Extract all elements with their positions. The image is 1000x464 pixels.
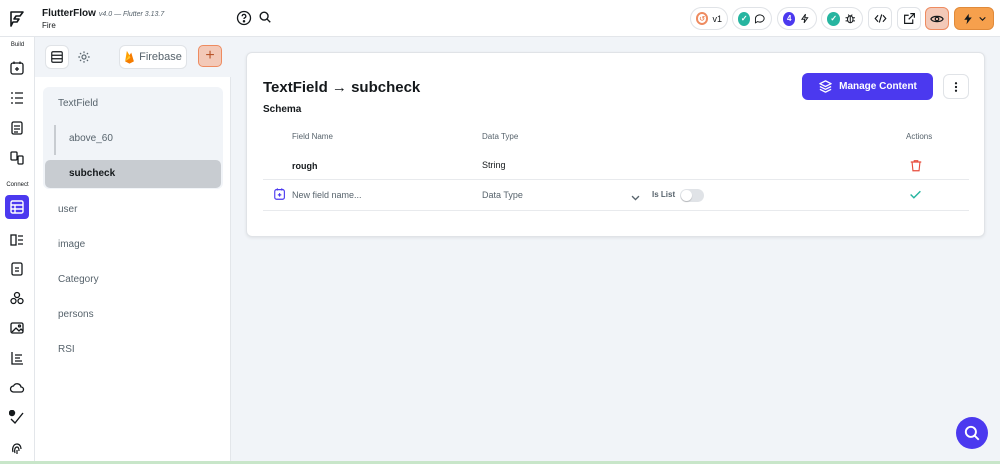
column-header-data-type: Data Type <box>482 132 519 141</box>
row-divider <box>263 210 969 211</box>
preview-button[interactable] <box>925 7 949 30</box>
collection-item-textfield[interactable]: TextField <box>58 98 98 109</box>
column-header-actions: Actions <box>906 132 933 141</box>
components-icon[interactable] <box>8 149 26 167</box>
project-name: Fire <box>42 21 56 30</box>
search-icon[interactable] <box>258 10 274 26</box>
schema-icon[interactable] <box>8 231 26 249</box>
storyboard-icon[interactable] <box>8 119 26 137</box>
open-external-icon <box>903 13 915 24</box>
collection-item-user[interactable]: user <box>58 204 77 215</box>
firebase-button[interactable]: Firebase <box>119 45 187 69</box>
layers-icon <box>819 80 832 93</box>
chevron-down-icon <box>978 16 986 21</box>
search-fab-button[interactable] <box>956 417 988 449</box>
code-icon <box>873 14 887 23</box>
api-calls-icon[interactable] <box>8 289 26 307</box>
trash-icon <box>910 160 922 172</box>
table-icon <box>51 51 63 63</box>
run-button[interactable] <box>954 7 994 30</box>
plus-icon: + <box>205 47 215 64</box>
add-widget-icon[interactable] <box>8 59 26 77</box>
collection-item-category[interactable]: Category <box>58 274 99 285</box>
app-version: v4.0 — Flutter 3.13.7 <box>98 11 165 18</box>
collections-panel: Firebase + TextField above_60 subcheck u… <box>35 37 231 464</box>
collection-item-rsi[interactable]: RSI <box>58 344 75 355</box>
more-options-button[interactable] <box>943 74 969 99</box>
schema-heading: Schema <box>263 104 302 115</box>
data-type-chevron-down-icon[interactable] <box>630 190 641 208</box>
debug-button[interactable]: ✓ <box>821 7 863 30</box>
is-list-label: Is List <box>652 190 676 199</box>
check-icon <box>910 190 921 199</box>
comment-icon <box>755 14 765 24</box>
widget-tree-icon[interactable] <box>8 89 26 107</box>
manage-content-button[interactable]: Manage Content <box>802 73 933 100</box>
row-divider <box>263 179 969 180</box>
data-type-select[interactable]: Data Type <box>482 190 523 200</box>
media-assets-icon[interactable] <box>8 319 26 337</box>
tests-icon[interactable] <box>8 409 26 427</box>
check-status-icon: ✓ <box>827 11 841 26</box>
column-header-field-name: Field Name <box>292 132 333 141</box>
issues-button[interactable]: 4 <box>777 7 817 30</box>
subcollection-connector <box>54 125 56 155</box>
page-title: TextField → subcheck <box>263 79 421 96</box>
lightning-icon <box>963 13 972 24</box>
version-button[interactable]: ↺ v1 <box>690 7 728 30</box>
firebase-icon <box>125 50 134 64</box>
issue-count-badge: 4 <box>783 11 796 26</box>
flash-icon <box>801 13 810 24</box>
collection-item-image[interactable]: image <box>58 239 85 250</box>
data-type-cell: String <box>482 160 506 170</box>
check-status-icon: ✓ <box>738 11 751 26</box>
more-vertical-icon <box>954 81 958 92</box>
bug-icon <box>846 14 856 24</box>
new-field-name-input[interactable]: New field name... <box>292 190 362 200</box>
app-name: FlutterFlow <box>42 8 96 19</box>
collection-item-persons[interactable]: persons <box>58 309 94 320</box>
eye-icon <box>930 15 944 22</box>
add-collection-button[interactable]: + <box>198 45 222 67</box>
is-list-toggle[interactable] <box>680 189 704 202</box>
collections-tab-button[interactable] <box>45 45 69 69</box>
top-bar: FlutterFlow v4.0 — Flutter 3.13.7 Fire ↺ … <box>0 0 1000 37</box>
manage-content-label: Manage Content <box>839 81 917 92</box>
settings-tab-button[interactable] <box>72 45 96 69</box>
delete-field-button[interactable] <box>909 158 923 178</box>
flutterflow-logo-icon[interactable] <box>7 9 27 29</box>
schema-card: TextField → subcheck Schema Manage Conte… <box>246 52 985 237</box>
gear-icon <box>78 51 90 63</box>
history-icon: ↺ <box>696 12 709 25</box>
version-label: v1 <box>712 13 722 24</box>
subcollection-item-subcheck[interactable]: subcheck <box>69 168 115 179</box>
subcollection-item-above-60[interactable]: above_60 <box>69 133 113 144</box>
nav-rail: Build Connect <box>0 37 35 464</box>
cloud-functions-icon[interactable] <box>8 379 26 397</box>
fingerprint-icon[interactable] <box>8 439 26 457</box>
help-icon[interactable] <box>236 10 252 26</box>
custom-code-icon[interactable] <box>8 349 26 367</box>
field-name-cell[interactable]: rough <box>292 161 318 171</box>
search-icon <box>964 425 980 441</box>
new-field-icon <box>273 187 287 206</box>
build-section-label: Build <box>10 42 25 48</box>
open-external-button[interactable] <box>897 7 921 30</box>
firebase-label: Firebase <box>139 51 182 63</box>
panel-header: Firebase + <box>35 37 231 77</box>
app-state-icon[interactable] <box>8 260 26 278</box>
firestore-icon[interactable] <box>5 195 29 219</box>
code-button[interactable] <box>868 7 892 30</box>
comments-button[interactable]: ✓ <box>732 7 772 30</box>
confirm-field-button[interactable] <box>909 188 922 206</box>
connect-section-label: Connect <box>6 182 29 188</box>
app-title: FlutterFlow v4.0 — Flutter 3.13.7 <box>42 8 164 19</box>
